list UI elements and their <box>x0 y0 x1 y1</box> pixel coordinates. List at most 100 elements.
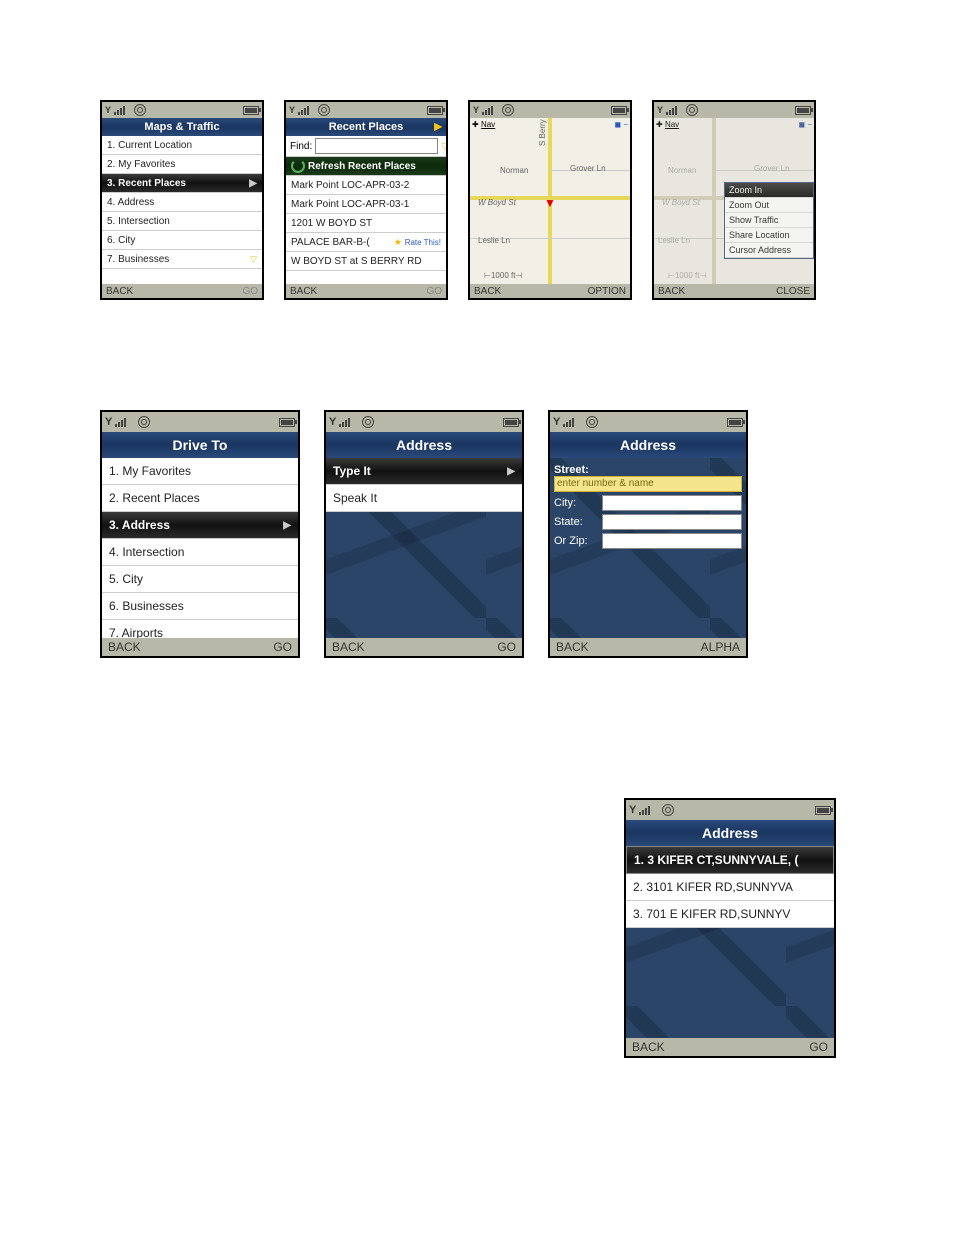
ctx-zoom-out[interactable]: Zoom Out <box>725 198 813 213</box>
chevron-right-icon: ▶ <box>283 520 291 531</box>
map-pin-icon <box>544 196 554 210</box>
battery-icon <box>503 418 519 427</box>
phone-recent-places: Y Recent Places▶ Find: ▽ Refresh Recent … <box>284 100 448 300</box>
softkey-back[interactable]: BACK <box>332 640 365 654</box>
menu-list: 1. My Favorites 2. Recent Places 3. Addr… <box>102 458 298 638</box>
menu-item-businesses[interactable]: 6. Businesses <box>102 593 298 620</box>
menu-item-intersection[interactable]: 5. Intersection <box>102 212 262 231</box>
state-label: State: <box>554 516 598 528</box>
find-input[interactable] <box>315 138 438 154</box>
softkey-back[interactable]: BACK <box>658 286 685 297</box>
softkey-alpha[interactable]: ALPHA <box>701 640 740 654</box>
nav-mode-label[interactable]: ✚ Nav <box>656 120 679 132</box>
ctx-share-location[interactable]: Share Location <box>725 228 813 243</box>
city-input[interactable] <box>602 495 742 511</box>
battery-icon <box>427 106 443 115</box>
zip-input[interactable] <box>602 533 742 549</box>
status-bar: Y <box>102 102 262 118</box>
softkey-go[interactable]: GO <box>809 1040 828 1054</box>
recent-item[interactable]: W BOYD ST at S BERRY RD <box>286 252 446 271</box>
screen-title: Maps & Traffic <box>102 118 262 136</box>
menu-item-recent-places[interactable]: 3. Recent Places▶ <box>102 174 262 193</box>
softkey-go[interactable]: GO <box>273 640 292 654</box>
phone-map-context: Y ✚ Nav ◼ − Norman Grover Ln W Boyd St L… <box>652 100 816 300</box>
softkey-close[interactable]: CLOSE <box>776 286 810 297</box>
gear-icon <box>362 416 374 428</box>
refresh-recent-places[interactable]: Refresh Recent Places <box>286 157 446 176</box>
map-scale: ⊢1000 ft⊣ <box>668 271 706 280</box>
map-label-norman: Norman <box>668 166 696 175</box>
softkey-back[interactable]: BACK <box>556 640 589 654</box>
battery-icon <box>611 106 627 115</box>
more-below-icon: ▽ <box>250 254 257 265</box>
zoom-controls[interactable]: ◼ − <box>614 120 628 132</box>
zoom-controls[interactable]: ◼ − <box>798 120 812 132</box>
menu-item-city[interactable]: 5. City <box>102 566 298 593</box>
results-list: 1. 3 KIFER CT,SUNNYVALE, ( 2. 3101 KIFER… <box>626 846 834 1038</box>
menu-item-type-it[interactable]: Type It▶ <box>326 458 522 485</box>
softkey-option[interactable]: OPTION <box>588 286 626 297</box>
screen-title: Address <box>326 432 522 458</box>
street-input[interactable]: enter number & name <box>554 476 742 492</box>
state-input[interactable] <box>602 514 742 530</box>
menu-list: 1. Current Location 2. My Favorites 3. R… <box>102 136 262 284</box>
phone-address-form: Y Address Street: enter number & name Ci… <box>548 410 748 658</box>
result-item[interactable]: 2. 3101 KIFER RD,SUNNYVA <box>626 874 834 901</box>
menu-item-speak-it[interactable]: Speak It <box>326 485 522 512</box>
ctx-cursor-address[interactable]: Cursor Address <box>725 243 813 258</box>
softkey-go[interactable]: GO <box>242 286 258 297</box>
menu-item-my-favorites[interactable]: 2. My Favorites <box>102 155 262 174</box>
dropdown-icon[interactable]: ▽ <box>441 141 446 152</box>
nav-mode-label[interactable]: ✚ Nav <box>472 120 495 132</box>
menu-item-my-favorites[interactable]: 1. My Favorites <box>102 458 298 485</box>
softkey-back[interactable]: BACK <box>474 286 501 297</box>
recent-item[interactable]: 1201 W BOYD ST <box>286 214 446 233</box>
chevron-right-icon: ▶ <box>507 466 515 477</box>
find-label: Find: <box>290 141 312 152</box>
menu-item-address[interactable]: 3. Address▶ <box>102 512 298 539</box>
map-label-grover: Grover Ln <box>754 164 790 173</box>
status-bar: Y <box>470 102 630 118</box>
menu-item-city[interactable]: 6. City <box>102 231 262 250</box>
menu-item-intersection[interactable]: 4. Intersection <box>102 539 298 566</box>
recent-item[interactable]: Mark Point LOC-APR-03-2 <box>286 176 446 195</box>
gear-icon <box>586 416 598 428</box>
softkey-back[interactable]: BACK <box>290 286 317 297</box>
result-item[interactable]: 3. 701 E KIFER RD,SUNNYV <box>626 901 834 928</box>
map-label-berry: S Berry Rd <box>538 118 547 146</box>
softkey-back[interactable]: BACK <box>632 1040 665 1054</box>
gear-icon <box>686 104 698 116</box>
screen-title: Address <box>550 432 746 458</box>
menu-item-recent-places[interactable]: 2. Recent Places <box>102 485 298 512</box>
menu-item-airports[interactable]: 7. Airports <box>102 620 298 638</box>
softkey-go[interactable]: GO <box>497 640 516 654</box>
rate-this-link[interactable]: Rate This! <box>405 238 441 247</box>
menu-item-businesses[interactable]: 7. Businesses▽ <box>102 250 262 269</box>
softkey-bar: BACK GO <box>326 638 522 656</box>
gear-icon <box>138 416 150 428</box>
softkey-back[interactable]: BACK <box>106 286 133 297</box>
ctx-show-traffic[interactable]: Show Traffic <box>725 213 813 228</box>
menu-list: Type It▶ Speak It <box>326 458 522 638</box>
battery-icon <box>243 106 259 115</box>
battery-icon <box>279 418 295 427</box>
softkey-bar: BACK CLOSE <box>654 284 814 298</box>
softkey-go[interactable]: GO <box>426 286 442 297</box>
map-scale: ⊢1000 ft⊣ <box>484 271 522 280</box>
map-canvas[interactable]: ✚ Nav ◼ − Norman Grover Ln W Boyd St Les… <box>654 118 814 284</box>
result-item[interactable]: 1. 3 KIFER CT,SUNNYVALE, ( <box>626 846 834 874</box>
ctx-zoom-in[interactable]: Zoom In <box>725 183 813 198</box>
recent-item[interactable]: Mark Point LOC-APR-03-1 <box>286 195 446 214</box>
menu-item-current-location[interactable]: 1. Current Location <box>102 136 262 155</box>
arrow-right-icon: ▶ <box>434 122 442 133</box>
map-canvas[interactable]: ✚ Nav ◼ − Norman Grover Ln S Berry Rd W … <box>470 118 630 284</box>
battery-icon <box>727 418 743 427</box>
status-bar: Y <box>326 412 522 432</box>
status-bar: Y <box>626 800 834 820</box>
softkey-back[interactable]: BACK <box>108 640 141 654</box>
menu-item-address[interactable]: 4. Address <box>102 193 262 212</box>
refresh-icon <box>291 159 305 173</box>
recent-item-palace[interactable]: PALACE BAR-B-(★ Rate This! <box>286 233 446 252</box>
softkey-bar: BACK ALPHA <box>550 638 746 656</box>
status-bar: Y <box>654 102 814 118</box>
